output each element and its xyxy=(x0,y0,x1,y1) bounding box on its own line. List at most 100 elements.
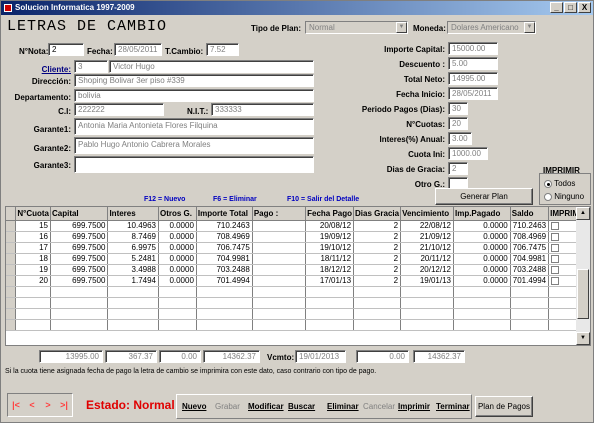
table-cell[interactable]: 8.7469 xyxy=(107,231,159,243)
table-cell[interactable] xyxy=(252,253,307,265)
table-cell[interactable] xyxy=(50,319,109,331)
table-cell[interactable]: 18/11/12 xyxy=(305,253,355,265)
imprimir-checkbox[interactable] xyxy=(551,254,560,263)
table-cell[interactable] xyxy=(15,297,51,309)
maximize-button[interactable]: □ xyxy=(564,2,577,13)
cuotas-table[interactable]: N°Cuota Capital Interes Otros G. Importe… xyxy=(5,206,591,346)
table-cell[interactable] xyxy=(353,286,402,298)
table-cell[interactable] xyxy=(158,286,197,298)
table-row[interactable]: 19 699.7500 3.4988 0.0000 703.2488 18/12/12 2 2… xyxy=(6,264,590,276)
buscar-button[interactable]: Buscar xyxy=(288,402,315,411)
row-selector[interactable] xyxy=(6,231,17,243)
col-otros[interactable]: Otros G. xyxy=(158,207,197,221)
table-cell[interactable]: 3.4988 xyxy=(107,264,159,276)
table-row[interactable]: 18 699.7500 5.2481 0.0000 704.9981 18/11/12 2 2… xyxy=(6,253,590,265)
nit-field[interactable]: 333333 xyxy=(211,103,314,116)
table-cell[interactable]: 0.0000 xyxy=(453,275,511,287)
close-button[interactable]: X xyxy=(578,2,591,13)
table-cell[interactable]: 19 xyxy=(15,264,51,276)
table-cell[interactable] xyxy=(252,286,307,298)
table-cell[interactable] xyxy=(510,286,550,298)
col-vencimiento[interactable]: Vencimiento xyxy=(400,207,454,221)
imprimir-checkbox[interactable] xyxy=(551,232,560,241)
scroll-up-icon[interactable]: ▲ xyxy=(576,207,590,220)
table-cell[interactable]: 699.7500 xyxy=(50,264,109,276)
table-cell[interactable]: 701.4994 xyxy=(196,275,253,287)
table-cell[interactable]: 710.2463 xyxy=(196,220,253,232)
table-cell[interactable] xyxy=(252,231,307,243)
table-cell[interactable]: 0.0000 xyxy=(453,220,511,232)
table-cell[interactable] xyxy=(252,308,307,320)
table-cell[interactable]: 703.2488 xyxy=(196,264,253,276)
table-cell[interactable]: 2 xyxy=(353,264,402,276)
table-row[interactable] xyxy=(6,319,590,331)
importe-field[interactable]: 15000.00 xyxy=(448,42,498,55)
table-cell[interactable]: 699.7500 xyxy=(50,220,109,232)
table-cell[interactable] xyxy=(453,297,511,309)
table-cell[interactable] xyxy=(252,264,307,276)
table-cell[interactable]: 699.7500 xyxy=(50,242,109,254)
table-cell[interactable]: 17 xyxy=(15,242,51,254)
table-cell[interactable] xyxy=(252,275,307,287)
table-cell[interactable]: 706.7475 xyxy=(196,242,253,254)
cliente-nombre-field[interactable]: Victor Hugo xyxy=(109,60,314,73)
table-cell[interactable]: 708.4969 xyxy=(196,231,253,243)
row-selector[interactable] xyxy=(6,319,17,331)
cuota-ini-field[interactable]: 1000.00 xyxy=(448,147,488,160)
table-cell[interactable] xyxy=(252,319,307,331)
table-cell[interactable] xyxy=(305,319,355,331)
table-cell[interactable]: 20/08/12 xyxy=(305,220,355,232)
table-cell[interactable]: 2 xyxy=(353,253,402,265)
col-fecha-pago[interactable]: Fecha Pago xyxy=(305,207,355,221)
descuento-field[interactable]: 5.00 xyxy=(448,57,498,70)
table-cell[interactable]: 699.7500 xyxy=(50,231,109,243)
table-cell[interactable]: 0.0000 xyxy=(158,264,197,276)
cancelar-button[interactable]: Cancelar xyxy=(363,402,395,411)
table-cell[interactable] xyxy=(196,297,253,309)
table-cell[interactable] xyxy=(305,297,355,309)
table-cell[interactable] xyxy=(252,242,307,254)
table-cell[interactable]: 21/10/12 xyxy=(400,242,454,254)
table-cell[interactable]: 0.0000 xyxy=(158,220,197,232)
radio-todos[interactable]: Todos xyxy=(544,179,575,188)
imprimir-checkbox[interactable] xyxy=(551,221,560,230)
table-cell[interactable] xyxy=(252,297,307,309)
table-cell[interactable]: 2 xyxy=(353,220,402,232)
table-cell[interactable] xyxy=(15,308,51,320)
table-cell[interactable] xyxy=(453,319,511,331)
table-cell[interactable]: 20/12/12 xyxy=(400,264,454,276)
table-cell[interactable] xyxy=(400,308,454,320)
table-cell[interactable] xyxy=(353,319,402,331)
table-cell[interactable]: 703.2488 xyxy=(510,264,550,276)
first-record-button[interactable]: |< xyxy=(9,397,23,413)
table-cell[interactable] xyxy=(15,319,51,331)
table-cell[interactable]: 2 xyxy=(353,275,402,287)
table-cell[interactable] xyxy=(510,297,550,309)
table-cell[interactable]: 21/09/12 xyxy=(400,231,454,243)
table-cell[interactable] xyxy=(107,319,159,331)
total-field[interactable]: 14995.00 xyxy=(448,72,498,85)
moneda-select[interactable]: Dolares Americano ▼ xyxy=(447,21,536,34)
table-cell[interactable]: 22/08/12 xyxy=(400,220,454,232)
table-cell[interactable] xyxy=(305,286,355,298)
nuevo-button[interactable]: Nuevo xyxy=(182,402,206,411)
last-record-button[interactable]: >| xyxy=(57,397,71,413)
table-row[interactable]: 16 699.7500 8.7469 0.0000 708.4969 19/09/12 2 2… xyxy=(6,231,590,243)
table-cell[interactable] xyxy=(158,308,197,320)
next-record-button[interactable]: > xyxy=(41,397,55,413)
garante2-field[interactable]: Pablo Hugo Antonio Cabrera Morales xyxy=(74,137,314,154)
table-cell[interactable]: 20 xyxy=(15,275,51,287)
row-selector[interactable] xyxy=(6,253,17,265)
table-cell[interactable]: 15 xyxy=(15,220,51,232)
table-cell[interactable]: 19/09/12 xyxy=(305,231,355,243)
table-cell[interactable] xyxy=(158,297,197,309)
table-row[interactable] xyxy=(6,308,590,320)
table-cell[interactable]: 0.0000 xyxy=(453,242,511,254)
table-cell[interactable]: 0.0000 xyxy=(158,242,197,254)
table-cell[interactable]: 19/01/13 xyxy=(400,275,454,287)
prev-record-button[interactable]: < xyxy=(25,397,39,413)
table-cell[interactable]: 0.0000 xyxy=(158,275,197,287)
table-cell[interactable]: 699.7500 xyxy=(50,253,109,265)
row-selector[interactable] xyxy=(6,297,17,309)
garante1-field[interactable]: Antonia Maria Antonieta Flores Filquina xyxy=(74,118,314,135)
